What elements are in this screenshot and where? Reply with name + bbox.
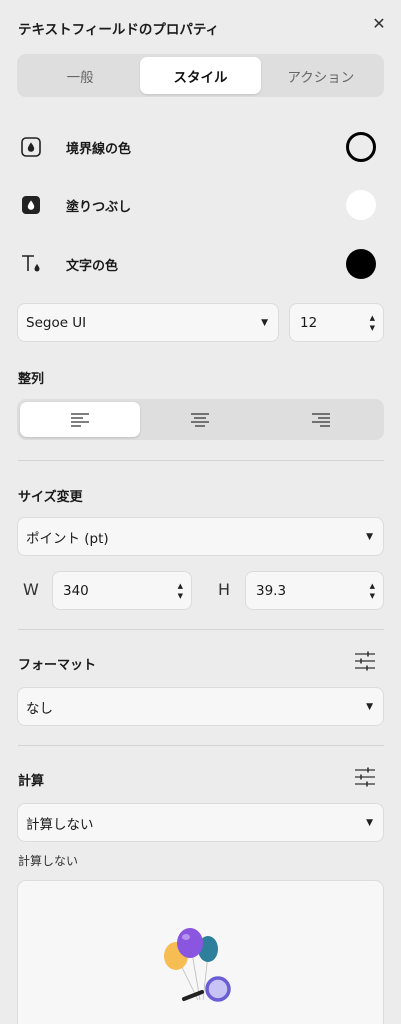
- text-color-label: 文字の色: [66, 258, 119, 274]
- align-right-button[interactable]: [261, 402, 381, 437]
- calculation-settings-icon[interactable]: [353, 765, 377, 789]
- align-right-icon: [311, 412, 330, 427]
- chevron-down-icon: ▼: [366, 531, 373, 542]
- width-value: 340: [63, 582, 89, 599]
- chevron-down-icon: ▼: [366, 817, 373, 828]
- text-color-row: 文字の色: [18, 248, 376, 280]
- fill-color-row: 塗りつぶし: [18, 189, 376, 221]
- calculation-label: 計算: [18, 774, 45, 789]
- divider: [18, 745, 384, 746]
- close-icon[interactable]: ✕: [368, 12, 390, 34]
- alignment-group: [17, 399, 384, 440]
- calculation-value: 計算しない: [26, 816, 94, 833]
- height-label: H: [218, 580, 231, 599]
- chevron-down-icon: ▼: [261, 317, 268, 328]
- font-size-value: 12: [300, 314, 318, 331]
- alignment-label: 整列: [18, 372, 45, 387]
- border-color-row: 境界線の色: [18, 131, 376, 163]
- stepper-arrows-icon[interactable]: ▲ ▼: [178, 581, 183, 601]
- align-left-icon: [71, 412, 90, 427]
- calculation-select[interactable]: 計算しない ▼: [17, 803, 384, 842]
- align-center-icon: [191, 412, 210, 427]
- stepper-arrows-icon[interactable]: ▲ ▼: [370, 581, 375, 601]
- font-family-value: Segoe UI: [26, 314, 87, 331]
- width-label: W: [23, 580, 39, 599]
- resize-unit-select[interactable]: ポイント (pt) ▼: [17, 517, 384, 556]
- border-color-label: 境界線の色: [66, 141, 132, 157]
- panel-title: テキストフィールドのプロパティ: [18, 22, 220, 38]
- format-label: フォーマット: [18, 658, 97, 673]
- chevron-down-icon: ▼: [366, 701, 373, 712]
- format-value: なし: [26, 700, 53, 717]
- text-color-icon: [18, 251, 44, 277]
- tab-bar: 一般 スタイル アクション: [17, 54, 384, 97]
- border-color-swatch[interactable]: [346, 132, 376, 162]
- border-color-icon: [18, 134, 44, 160]
- format-settings-icon[interactable]: [353, 649, 377, 673]
- font-family-select[interactable]: Segoe UI ▼: [17, 303, 279, 342]
- resize-unit-value: ポイント (pt): [26, 530, 109, 547]
- tab-action[interactable]: アクション: [261, 57, 381, 94]
- balloons-magnifier-illustration: [164, 928, 231, 1002]
- fill-color-swatch[interactable]: [346, 190, 376, 220]
- calculation-caption: 計算しない: [18, 854, 79, 868]
- divider: [18, 629, 384, 630]
- calculation-preview: [17, 880, 384, 1024]
- height-value: 39.3: [256, 582, 287, 599]
- align-center-button[interactable]: [140, 402, 260, 437]
- tab-style[interactable]: スタイル: [140, 57, 261, 94]
- font-size-stepper[interactable]: 12 ▲ ▼: [289, 303, 384, 342]
- fill-color-icon: [18, 192, 44, 218]
- width-stepper[interactable]: 340 ▲ ▼: [52, 571, 192, 610]
- tab-general[interactable]: 一般: [20, 57, 140, 94]
- text-color-swatch[interactable]: [346, 249, 376, 279]
- format-select[interactable]: なし ▼: [17, 687, 384, 726]
- height-stepper[interactable]: 39.3 ▲ ▼: [245, 571, 384, 610]
- stepper-arrows-icon[interactable]: ▲ ▼: [370, 313, 375, 333]
- resize-label: サイズ変更: [18, 490, 83, 505]
- align-left-button[interactable]: [20, 402, 141, 437]
- divider: [18, 460, 384, 461]
- fill-color-label: 塗りつぶし: [66, 199, 132, 215]
